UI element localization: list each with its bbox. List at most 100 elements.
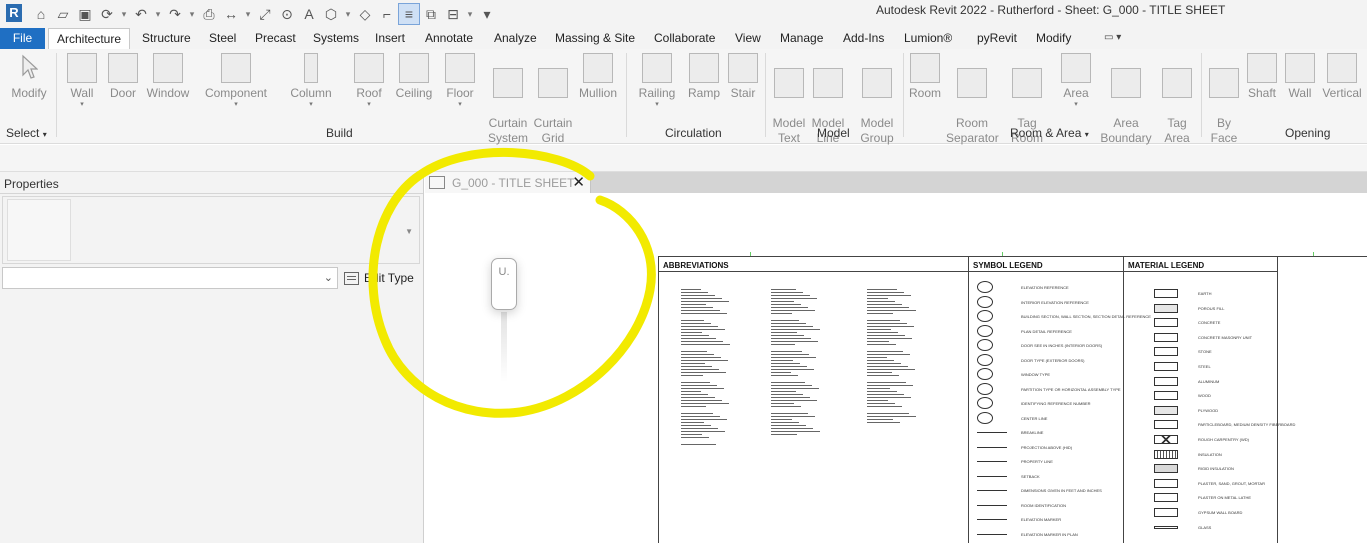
tab-view[interactable]: View [735, 28, 761, 49]
vertical-opening-button[interactable]: Vertical [1320, 53, 1364, 101]
tag-area-button[interactable]: Tag Area [1158, 53, 1196, 146]
abbreviation-row [771, 310, 815, 311]
tab-pyrevit[interactable]: pyRevit [977, 28, 1017, 49]
area-boundary-icon [1111, 68, 1141, 98]
abbreviation-row [867, 354, 910, 355]
properties-palette: Properties ▼ ⌄ Edit Type [0, 172, 424, 543]
title-sheet[interactable]: ABBREVIATIONS SYMBOL LEGEND ELEVATION RE… [658, 256, 1367, 543]
model-text-button[interactable]: Model Text [770, 53, 808, 146]
redo-dropdown-icon[interactable]: ▾ [186, 3, 198, 25]
column-button[interactable]: Column ▾ [287, 53, 335, 109]
ribbon-minimize-icon[interactable]: ▭ ▾ [1104, 32, 1130, 45]
revit-logo-icon[interactable]: R [6, 4, 22, 22]
by-face-icon [1209, 68, 1239, 98]
modify-button[interactable]: Modify [8, 53, 50, 101]
switch-windows-icon[interactable]: ⊟ [442, 3, 464, 25]
area-button[interactable]: Area ▾ [1058, 53, 1094, 109]
section-icon[interactable]: ◇ [354, 3, 376, 25]
wall-opening-button[interactable]: Wall [1284, 53, 1316, 101]
ramp-button[interactable]: Ramp [686, 53, 722, 101]
tab-architecture[interactable]: Architecture [48, 28, 130, 49]
tab-steel[interactable]: Steel [209, 28, 236, 49]
area-boundary-button[interactable]: Area Boundary [1098, 53, 1154, 146]
legend-symbol-icon [977, 397, 993, 409]
abbreviation-row [771, 413, 808, 414]
component-button[interactable]: Component ▾ [202, 53, 270, 109]
by-face-button[interactable]: By Face [1206, 53, 1242, 146]
floor-button[interactable]: Floor ▾ [442, 53, 478, 109]
abbreviation-row [771, 425, 806, 426]
tab-annotate[interactable]: Annotate [425, 28, 473, 49]
window-button[interactable]: Window [144, 53, 192, 101]
shaft-icon [1247, 53, 1277, 83]
curtain-grid-button[interactable]: Curtain Grid [532, 53, 574, 146]
panel-select[interactable]: Select ▾ [6, 126, 47, 140]
tab-add-ins[interactable]: Add-Ins [843, 28, 884, 49]
tab-collaborate[interactable]: Collaborate [654, 28, 715, 49]
home-icon[interactable]: ⌂ [30, 3, 52, 25]
thin-lines-icon[interactable]: ≡ [398, 3, 420, 25]
door-button[interactable]: Door [105, 53, 141, 101]
switch-windows-dropdown-icon[interactable]: ▾ [464, 3, 476, 25]
measure-icon[interactable]: ↔ [220, 3, 242, 25]
3d-view-icon[interactable]: ⬡ [320, 3, 342, 25]
ceiling-button[interactable]: Ceiling [393, 53, 435, 101]
panel-separator [903, 53, 904, 137]
roof-button[interactable]: Roof ▾ [352, 53, 386, 109]
3d-view-dropdown-icon[interactable]: ▾ [342, 3, 354, 25]
room-button[interactable]: Room [906, 53, 944, 101]
tab-systems[interactable]: Systems [313, 28, 359, 49]
abbreviation-row [867, 304, 902, 305]
floor-icon [445, 53, 475, 83]
abbreviation-row [771, 326, 813, 327]
wall-button[interactable]: Wall ▾ [63, 53, 101, 109]
curtain-system-button[interactable]: Curtain System [486, 53, 530, 146]
save-icon[interactable]: ▣ [74, 3, 96, 25]
abbreviation-row [681, 416, 720, 417]
tab-lumion[interactable]: Lumion® [904, 28, 952, 49]
tab-insert[interactable]: Insert [375, 28, 405, 49]
dimension-icon[interactable]: ⤢ [254, 3, 276, 25]
detail-line-icon[interactable]: ⌐ [376, 3, 398, 25]
tab-title-sheet[interactable]: G_000 - TITLE SHEET ✕ [425, 172, 591, 193]
measure-dropdown-icon[interactable]: ▾ [242, 3, 254, 25]
curtain-grid-icon [538, 68, 568, 98]
abbreviation-row [681, 292, 708, 293]
tab-massing-site[interactable]: Massing & Site [555, 28, 635, 49]
stair-button[interactable]: Stair [726, 53, 760, 101]
shaft-button[interactable]: Shaft [1244, 53, 1280, 101]
tab-structure[interactable]: Structure [142, 28, 191, 49]
room-separator-button[interactable]: Room Separator [946, 53, 999, 146]
sync-icon[interactable]: ⟳ [96, 3, 118, 25]
type-preview[interactable]: ▼ [2, 196, 420, 264]
railing-button[interactable]: Railing ▾ [636, 53, 678, 109]
abbreviation-row [681, 422, 704, 423]
panel-separator [1201, 53, 1202, 137]
undo-dropdown-icon[interactable]: ▾ [152, 3, 164, 25]
close-windows-icon[interactable]: ⧉ [420, 3, 442, 25]
mullion-button[interactable]: Mullion [576, 53, 620, 101]
sync-dropdown-icon[interactable]: ▾ [118, 3, 130, 25]
redo-icon[interactable]: ↷ [164, 3, 186, 25]
abbreviation-row [681, 304, 706, 305]
tab-manage[interactable]: Manage [780, 28, 823, 49]
legend-symbol-icon [977, 490, 1007, 491]
tab-file[interactable]: File [0, 28, 45, 49]
text-icon[interactable]: A [298, 3, 320, 25]
tab-modify[interactable]: Modify [1036, 28, 1071, 49]
abbreviation-row [771, 292, 803, 293]
customize-icon[interactable]: ▾ [476, 3, 498, 25]
abbreviation-row [681, 310, 720, 311]
tab-precast[interactable]: Precast [255, 28, 296, 49]
close-icon[interactable]: ✕ [572, 173, 585, 191]
panel-room-area[interactable]: Room & Area ▾ [1010, 126, 1089, 140]
undo-icon[interactable]: ↶ [130, 3, 152, 25]
open-icon[interactable]: ▱ [52, 3, 74, 25]
tag-icon[interactable]: ⊙ [276, 3, 298, 25]
model-group-button[interactable]: Model Group [854, 53, 900, 146]
edit-type-button[interactable]: Edit Type [344, 267, 414, 289]
print-icon[interactable]: ⎙ [198, 3, 220, 25]
tab-analyze[interactable]: Analyze [494, 28, 537, 49]
type-selector[interactable]: ⌄ [2, 267, 338, 289]
type-dropdown-icon[interactable]: ▼ [405, 227, 413, 236]
